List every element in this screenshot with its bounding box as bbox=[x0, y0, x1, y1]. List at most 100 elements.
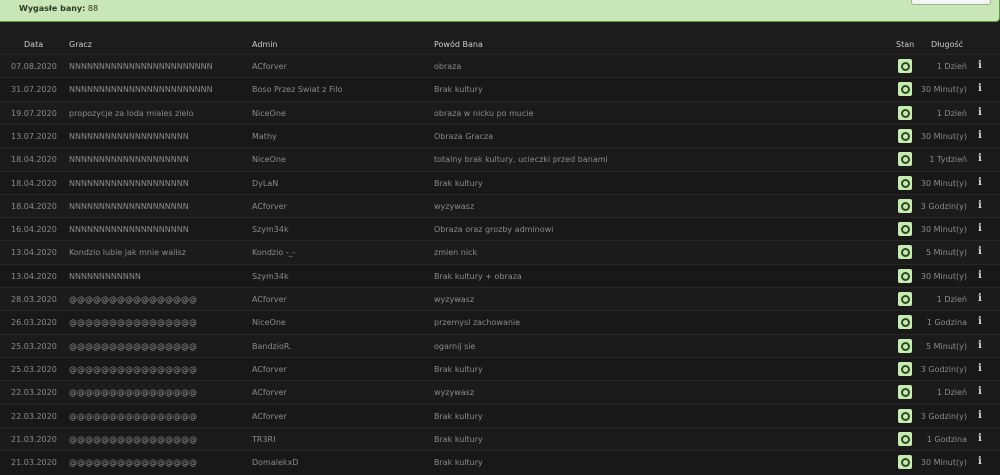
circle-icon[interactable] bbox=[898, 292, 912, 306]
info-icon[interactable]: i bbox=[978, 363, 982, 374]
circle-icon[interactable] bbox=[898, 361, 912, 376]
info-icon[interactable]: i bbox=[978, 456, 982, 467]
header-admin[interactable]: Admin bbox=[252, 40, 278, 49]
cell-player: NNNNNNNNNNNNNNNNNNNN bbox=[69, 178, 189, 188]
cell-reason: Obraza oraz grozby adminowi bbox=[434, 225, 554, 235]
info-icon[interactable]: i bbox=[978, 83, 982, 94]
cell-admin: ACforver bbox=[252, 62, 287, 71]
cell-length: 3 Godzin(y) bbox=[920, 364, 967, 374]
table-row[interactable]: 21.03.2020 @@@@@@@@@@@@@@@@ TR3RI Brak kult… bbox=[0, 426, 1000, 452]
circle-icon[interactable] bbox=[898, 408, 912, 423]
cell-length: 1 Dzień bbox=[936, 388, 967, 398]
info-icon[interactable]: i bbox=[978, 177, 982, 188]
cell-length: 1 Dzień bbox=[936, 108, 967, 118]
info-icon[interactable]: i bbox=[978, 60, 982, 71]
info-icon[interactable]: i bbox=[978, 130, 982, 141]
cell-length: 3 Godzin(y) bbox=[920, 411, 967, 421]
info-icon[interactable]: i bbox=[978, 433, 982, 444]
info-icon[interactable]: i bbox=[978, 246, 982, 257]
header-length[interactable]: Długość bbox=[931, 40, 963, 49]
cell-date: 25.03.2020 bbox=[11, 341, 57, 351]
circle-icon[interactable] bbox=[898, 385, 912, 400]
cell-date: 28.03.2020 bbox=[11, 295, 57, 304]
circle-icon[interactable] bbox=[898, 175, 912, 190]
cell-length: 30 Minut(y) bbox=[920, 458, 967, 468]
circle-icon[interactable] bbox=[898, 315, 912, 330]
cell-admin: TR3RI bbox=[252, 434, 276, 444]
cell-date: 16.04.2020 bbox=[11, 225, 57, 235]
table-row[interactable]: 25.03.2020 @@@@@@@@@@@@@@@@ BandzioR. ogarn… bbox=[0, 333, 1000, 358]
table-row[interactable]: 18.04.2020 NNNNNNNNNNNNNNNNNNNN DyLaN Brak … bbox=[0, 170, 1000, 195]
cell-date: 21.03.2020 bbox=[11, 434, 57, 444]
cell-date: 13.04.2020 bbox=[11, 271, 57, 281]
cell-admin: Kondzio -_- bbox=[252, 248, 296, 258]
table-row[interactable]: 19.07.2020 propozycje za loda miales ziel… bbox=[0, 100, 1000, 125]
banner-button[interactable] bbox=[911, 0, 991, 5]
cell-reason: totalny brak kultury, ucieczki przed ban… bbox=[434, 155, 608, 165]
info-icon[interactable]: i bbox=[978, 153, 982, 164]
cell-player: propozycje za loda miales zielo bbox=[69, 108, 194, 118]
table-row[interactable]: 21.03.2020 @@@@@@@@@@@@@@@@ DomalekxD Brak … bbox=[0, 450, 1000, 475]
cell-reason: Brak kultury bbox=[434, 458, 483, 468]
header-player[interactable]: Gracz bbox=[69, 40, 92, 49]
circle-icon[interactable] bbox=[898, 245, 912, 260]
table-row[interactable]: 31.07.2020 NNNNNNNNNNNNNNNNNNNNNNNN Boso P… bbox=[0, 77, 1000, 102]
info-icon[interactable]: i bbox=[978, 107, 982, 118]
info-icon[interactable]: i bbox=[978, 386, 982, 397]
circle-icon[interactable] bbox=[898, 128, 912, 143]
table-row[interactable]: 07.08.2020 NNNNNNNNNNNNNNNNNNNNNNNN ACforv… bbox=[0, 54, 1000, 79]
cell-reason: Brak kultury + obraza bbox=[434, 271, 522, 281]
cell-date: 22.03.2020 bbox=[11, 411, 57, 421]
header-reason[interactable]: Powód Bana bbox=[434, 40, 483, 49]
cell-date: 22.03.2020 bbox=[11, 388, 57, 398]
circle-icon[interactable] bbox=[898, 59, 912, 73]
cell-player: NNNNNNNNNNNNNNNNNNNN bbox=[69, 155, 189, 165]
circle-icon[interactable] bbox=[898, 268, 912, 283]
info-icon[interactable]: i bbox=[978, 410, 982, 421]
cell-reason: obraza bbox=[434, 62, 462, 71]
cell-length: 1 Godzina bbox=[926, 434, 967, 444]
table-row[interactable]: 13.04.2020 Kondzio lubie jak mnie walisz K… bbox=[0, 240, 1000, 265]
table-row[interactable]: 25.03.2020 @@@@@@@@@@@@@@@@ ACforver Brak k… bbox=[0, 356, 1000, 382]
info-icon[interactable]: i bbox=[978, 316, 982, 327]
circle-icon[interactable] bbox=[898, 338, 912, 353]
cell-length: 5 Minut(y) bbox=[925, 341, 967, 351]
cell-reason: wyzywasz bbox=[434, 388, 475, 398]
circle-icon[interactable] bbox=[898, 105, 912, 120]
circle-icon[interactable] bbox=[898, 455, 912, 470]
info-icon[interactable]: i bbox=[978, 200, 982, 211]
header-state[interactable]: Stan bbox=[896, 40, 914, 49]
cell-player: @@@@@@@@@@@@@@@@ bbox=[69, 434, 197, 444]
table-row[interactable]: 22.03.2020 @@@@@@@@@@@@@@@@ ACforver Brak k… bbox=[0, 403, 1000, 428]
cell-length: 30 Minut(y) bbox=[920, 178, 967, 188]
table-row[interactable]: 16.04.2020 NNNNNNNNNNNNNNNNNNNN Szym34k Obr… bbox=[0, 217, 1000, 242]
table-row[interactable]: 13.07.2020 NNNNNNNNNNNNNNNNNNNN Mathy Obraz… bbox=[0, 123, 1000, 149]
expired-bans-text: Wygasłe bany: 88 bbox=[19, 4, 98, 13]
info-icon[interactable]: i bbox=[978, 270, 982, 281]
circle-icon[interactable] bbox=[898, 198, 912, 213]
cell-player: @@@@@@@@@@@@@@@@ bbox=[69, 295, 197, 304]
cell-player: @@@@@@@@@@@@@@@@ bbox=[69, 364, 197, 374]
cell-date: 31.07.2020 bbox=[11, 85, 57, 95]
table-row[interactable]: 28.03.2020 @@@@@@@@@@@@@@@@ ACforver wyzywa… bbox=[0, 287, 1000, 312]
circle-icon[interactable] bbox=[898, 222, 912, 237]
cell-reason: Brak kultury bbox=[434, 85, 483, 95]
table-row[interactable]: 22.03.2020 @@@@@@@@@@@@@@@@ ACforver wyzywa… bbox=[0, 380, 1000, 405]
info-icon[interactable]: i bbox=[978, 293, 982, 304]
cell-length: 30 Minut(y) bbox=[920, 225, 967, 235]
cell-admin: NiceOne bbox=[252, 318, 286, 328]
header-date[interactable]: Data bbox=[24, 40, 43, 49]
circle-icon[interactable] bbox=[898, 431, 912, 446]
info-icon[interactable]: i bbox=[978, 340, 982, 351]
table-row[interactable]: 13.04.2020 NNNNNNNNNNNN Szym34k Brak kultur… bbox=[0, 263, 1000, 288]
table-row[interactable]: 26.03.2020 @@@@@@@@@@@@@@@@ NiceOne przemys… bbox=[0, 310, 1000, 335]
expired-bans-banner: Wygasłe bany: 88 bbox=[0, 0, 1000, 22]
cell-reason: zmien nick bbox=[434, 248, 478, 258]
table-row[interactable]: 18.04.2020 NNNNNNNNNNNNNNNNNNNN ACforver wy… bbox=[0, 193, 1000, 219]
info-icon[interactable]: i bbox=[978, 223, 982, 234]
table-row[interactable]: 18.04.2020 NNNNNNNNNNNNNNNNNNNN NiceOne tot… bbox=[0, 147, 1000, 172]
cell-length: 1 Dzień bbox=[936, 295, 967, 304]
table-header: Data Gracz Admin Powód Bana Stan Długość bbox=[0, 34, 1000, 55]
circle-icon[interactable] bbox=[898, 152, 912, 167]
circle-icon[interactable] bbox=[898, 82, 912, 97]
